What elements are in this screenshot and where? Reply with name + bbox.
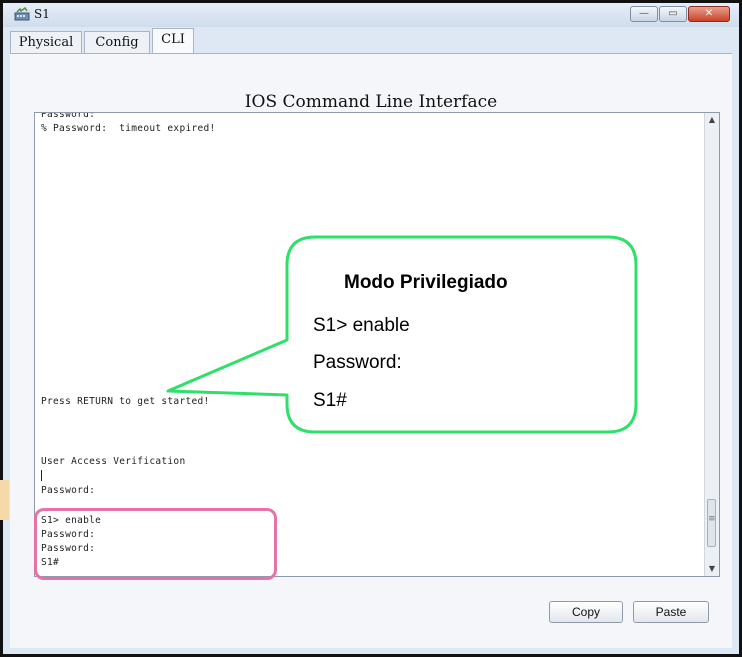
panel-title: IOS Command Line Interface: [244, 92, 498, 112]
terminal-line: Press RETURN to get started!: [41, 396, 210, 407]
title-bar[interactable]: S1 — ▭ ✕: [3, 3, 739, 27]
vertical-scrollbar[interactable]: ▲ ▼: [704, 113, 719, 576]
switch-device-icon: [14, 7, 30, 21]
text-cursor: [41, 470, 42, 481]
terminal-line: Password:: [41, 485, 96, 496]
terminal-line: Password:: [41, 112, 96, 120]
tab-physical[interactable]: Physical: [10, 31, 82, 53]
command-highlight-box: [34, 508, 277, 580]
scroll-thumb[interactable]: [707, 499, 716, 547]
callout-title: Modo Privilegiado: [344, 272, 508, 293]
minimize-button[interactable]: —: [630, 6, 658, 22]
tab-cli[interactable]: CLI: [152, 28, 194, 53]
maximize-button[interactable]: ▭: [659, 6, 687, 22]
terminal-line: % Password: timeout expired!: [41, 123, 216, 134]
terminal-line: User Access Verification: [41, 456, 186, 467]
close-icon: ✕: [704, 8, 714, 19]
close-button[interactable]: ✕: [688, 6, 730, 22]
copy-button[interactable]: Copy: [549, 601, 623, 623]
edge-highlight: [0, 480, 9, 520]
scroll-down-arrow-icon[interactable]: ▼: [705, 562, 719, 576]
minimize-icon: —: [639, 8, 649, 19]
callout-line: S1#: [313, 390, 347, 411]
callout-line: Password:: [313, 352, 402, 373]
maximize-icon: ▭: [668, 8, 678, 19]
paste-button[interactable]: Paste: [633, 601, 709, 623]
window-title: S1: [34, 7, 50, 21]
scroll-up-arrow-icon[interactable]: ▲: [705, 113, 719, 127]
callout-line: S1> enable: [313, 315, 410, 336]
tab-config[interactable]: Config: [84, 31, 150, 53]
